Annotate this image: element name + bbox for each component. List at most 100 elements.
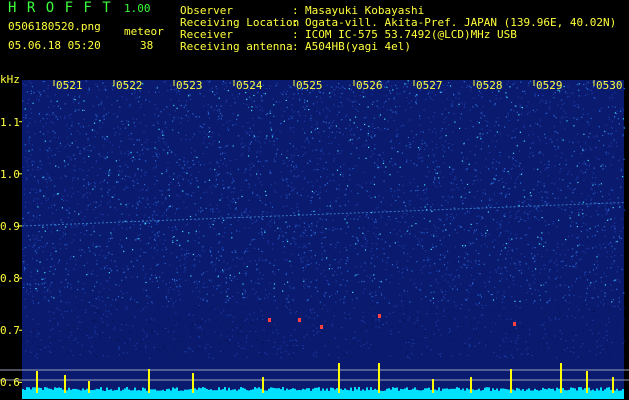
spectrum-bar [366, 387, 368, 393]
spectrum-bar [414, 387, 416, 393]
spectrum-bar [596, 388, 598, 393]
spectrum-bar [450, 388, 452, 393]
spectrum-bar [322, 388, 324, 393]
spectrum-peak [510, 369, 512, 393]
spectrogram [0, 80, 629, 399]
spectrum-bar [584, 388, 586, 393]
spectrum-bar [38, 387, 40, 393]
spectrum-bar [572, 387, 574, 393]
spectrum-bar [524, 390, 526, 393]
spectrum-bar [162, 389, 164, 393]
spectrum-bar [310, 390, 312, 393]
spectrum-bar [206, 388, 208, 393]
x-tick-label: 0529 [536, 79, 563, 92]
spectrum-bar [304, 389, 306, 393]
spectrum-bar [240, 387, 242, 393]
spectrum-bar [324, 390, 326, 393]
spectrum-bar [156, 390, 158, 393]
spectrum-bar [76, 389, 78, 393]
spectrum-bar [342, 389, 344, 393]
spectrum-peak [378, 363, 380, 393]
spectrum-bar [94, 389, 96, 393]
spectrum-bar [102, 390, 104, 393]
spectrum-bar [22, 389, 24, 393]
spectrum-bar [500, 388, 502, 393]
spectrum-bar [480, 390, 482, 393]
spectrum-bar [346, 389, 348, 393]
spectrum-bar [412, 388, 414, 393]
spectrum-bar [250, 389, 252, 393]
spectrum-bar [278, 388, 280, 393]
spectrum-bar [280, 389, 282, 393]
spectrum-bar [130, 390, 132, 393]
spectrum-bar [618, 390, 620, 393]
spectrum-bar [442, 388, 444, 393]
spectrum-bar [562, 388, 564, 393]
spectrum-bar [434, 389, 436, 393]
spectrum-bar [542, 387, 544, 393]
spectrum-bar [282, 387, 284, 393]
spectrum-bar [416, 389, 418, 393]
spectrum-bar [504, 388, 506, 393]
y-tick-label: 1.1 [0, 115, 20, 129]
spectrum-bar [498, 390, 500, 393]
meteor-echo [320, 325, 323, 329]
spectrum-bar [258, 387, 260, 393]
spectrum-bar [180, 390, 182, 393]
spectrum-bar [528, 388, 530, 393]
spectrum-bar [220, 389, 222, 393]
spectrum-bar [164, 390, 166, 393]
spectrum-bar [296, 390, 298, 393]
spectrum-bar [62, 389, 64, 393]
spectrum-bar [236, 390, 238, 393]
spectrum-bar [242, 387, 244, 393]
spectrum-peak [36, 371, 38, 393]
spectrum-bar [306, 388, 308, 393]
spectrum-bar [394, 387, 396, 393]
spectrum-bar [46, 387, 48, 393]
spectrum-bar [606, 387, 608, 393]
spectrum-bar [26, 387, 28, 393]
spectrum-bar [24, 389, 26, 393]
spectrum-bar [244, 388, 246, 393]
spectrum-bar [516, 388, 518, 393]
spectrum-bar [54, 387, 56, 393]
spectrum-bar [96, 388, 98, 393]
spectrum-bar [462, 388, 464, 393]
spectrum-bar [440, 390, 442, 393]
spectrum-bar [168, 388, 170, 393]
spectrum-bar [204, 387, 206, 393]
spectrum-bar [608, 387, 610, 393]
spectrum-bar [294, 388, 296, 393]
meteor-echo [378, 314, 381, 318]
spectrum-bar [402, 389, 404, 393]
spectrum-bar [436, 390, 438, 393]
spectrum-bar [590, 390, 592, 393]
spectrum-bar [386, 388, 388, 393]
spectrum-bar [284, 390, 286, 393]
spectrum-bar [116, 389, 118, 393]
spectrum-bar [132, 390, 134, 393]
spectrum-peak [148, 369, 150, 393]
spectrum-bar [72, 389, 74, 393]
spectrum-bar [384, 390, 386, 393]
spectrum-peak [470, 377, 472, 393]
spectrum-bar [336, 388, 338, 393]
spectrum-bar [112, 390, 114, 393]
spectrum-bar [594, 390, 596, 393]
spectrum-bar [536, 389, 538, 393]
spectrum-bar [316, 387, 318, 393]
spectrum-bar [370, 387, 372, 393]
spectrum-bar [136, 390, 138, 393]
spectrum-bar [68, 387, 70, 393]
spectrum-bar [614, 390, 616, 393]
spectrum-bar [160, 390, 162, 393]
spectrum-bar [358, 387, 360, 393]
spectrum-bar [530, 390, 532, 393]
spectrum-bar [506, 389, 508, 393]
spectrum-bar [460, 389, 462, 393]
spectrum-bar [520, 390, 522, 393]
spectrum-bar [364, 390, 366, 393]
spectrum-bar [396, 387, 398, 393]
spectrum-bar [610, 389, 612, 393]
